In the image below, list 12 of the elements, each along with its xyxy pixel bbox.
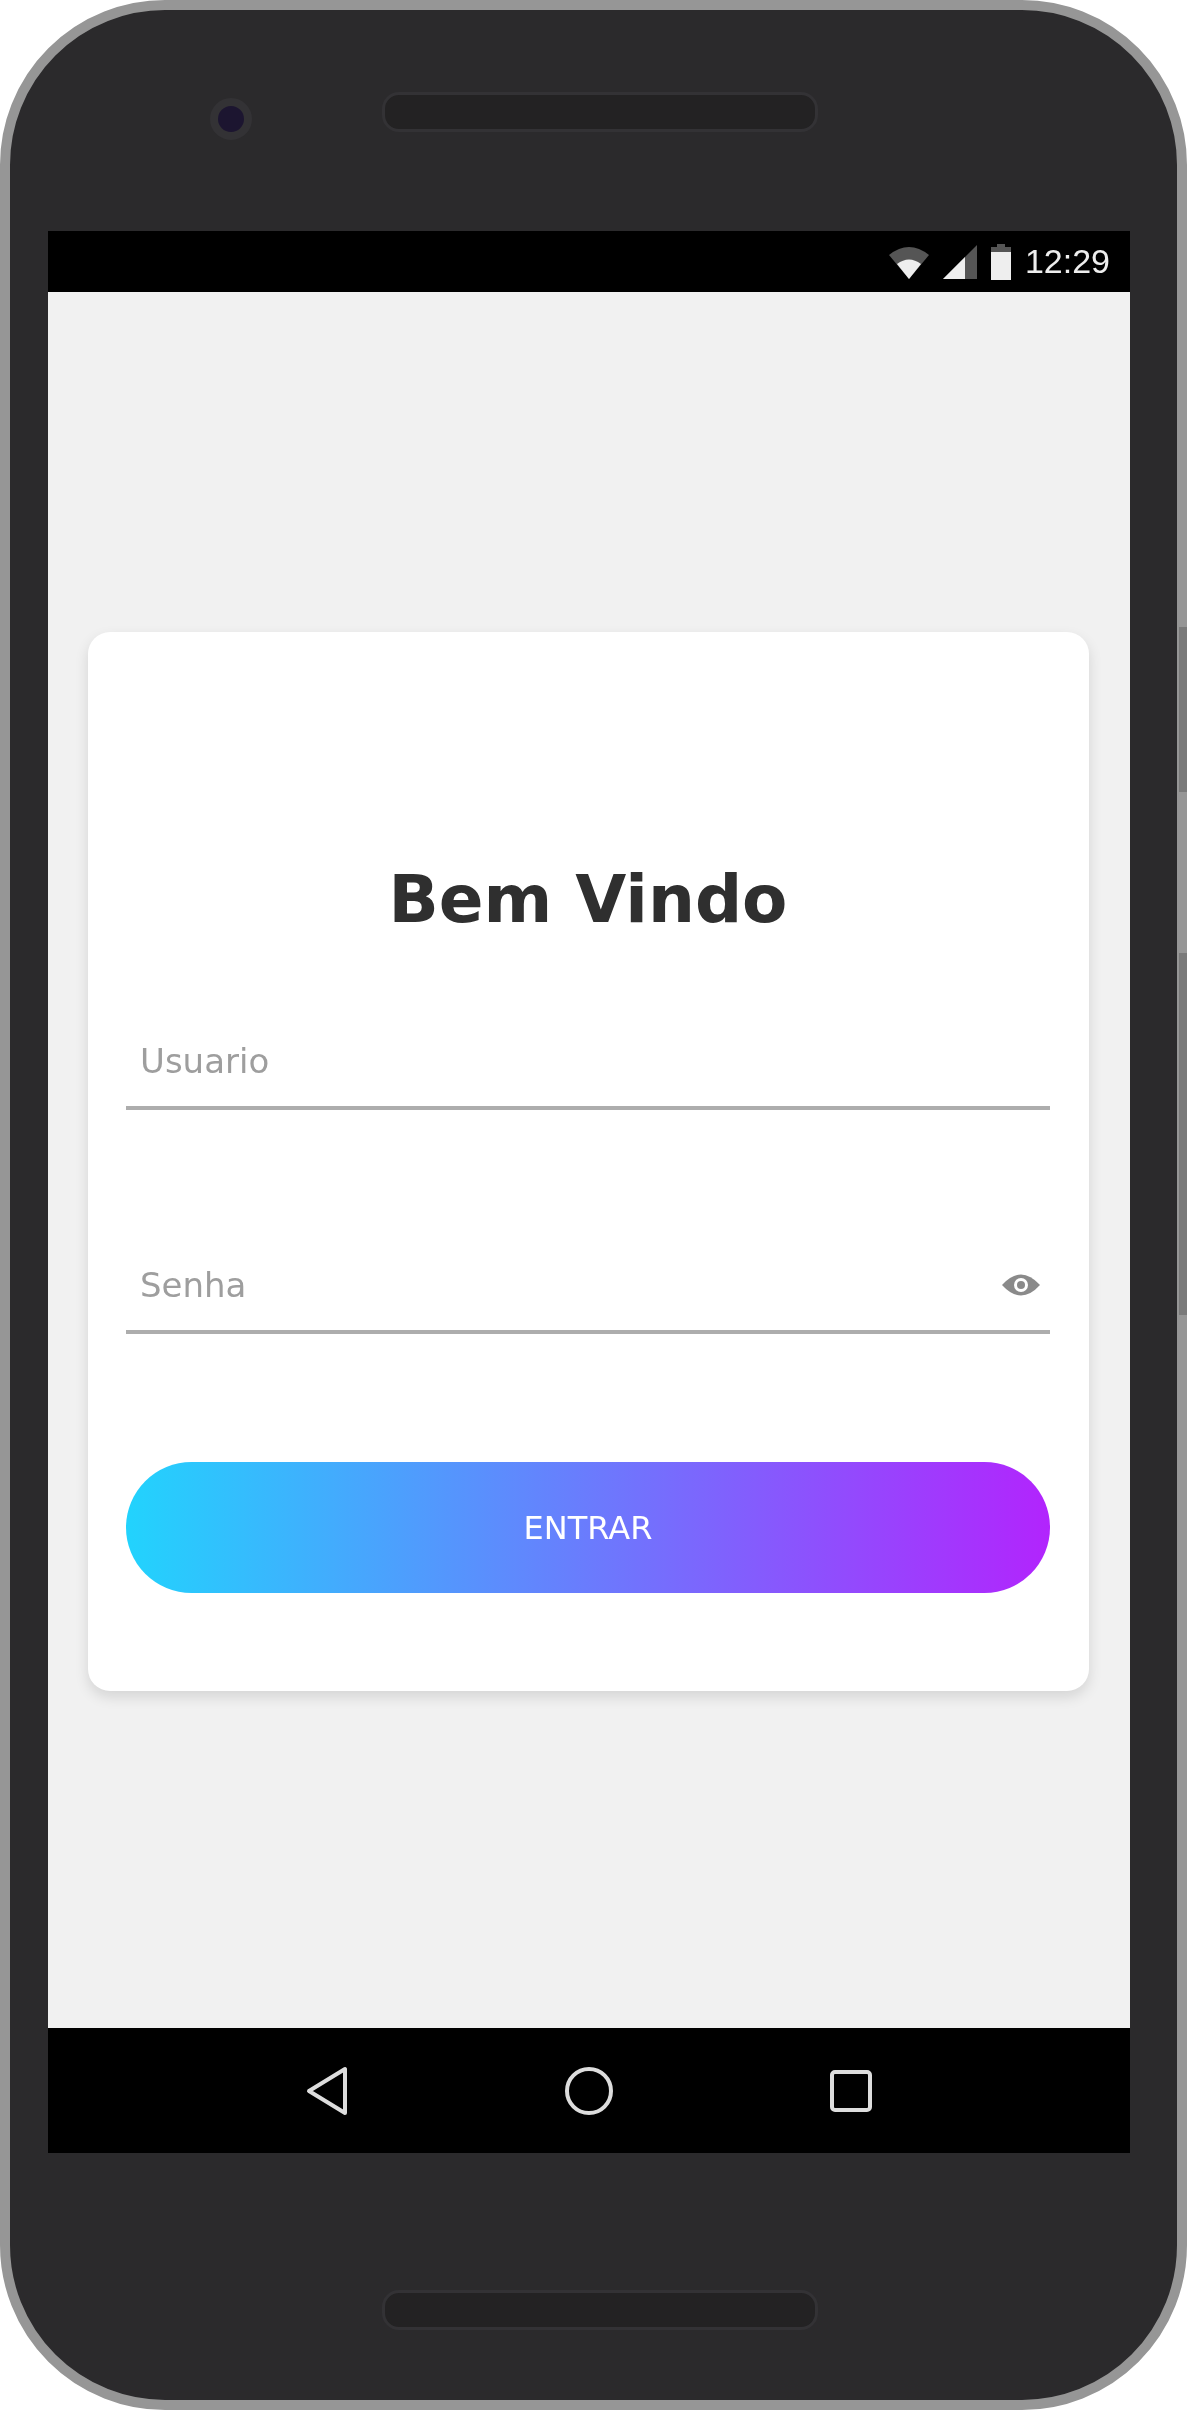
username-field[interactable]: Usuario	[126, 1041, 1050, 1082]
battery-icon	[990, 243, 1011, 280]
signal-icon	[942, 244, 977, 279]
login-button[interactable]: ENTRAR	[126, 1462, 1050, 1594]
password-field[interactable]: Senha	[126, 1265, 1002, 1306]
welcome-title: Bem Vindo	[387, 860, 789, 940]
camera-icon	[210, 98, 252, 140]
wifi-icon	[888, 244, 929, 279]
back-icon[interactable]	[305, 2065, 350, 2116]
home-icon[interactable]	[564, 2065, 614, 2116]
recents-icon[interactable]	[828, 2068, 873, 2113]
clock: 12:29	[1024, 242, 1110, 281]
